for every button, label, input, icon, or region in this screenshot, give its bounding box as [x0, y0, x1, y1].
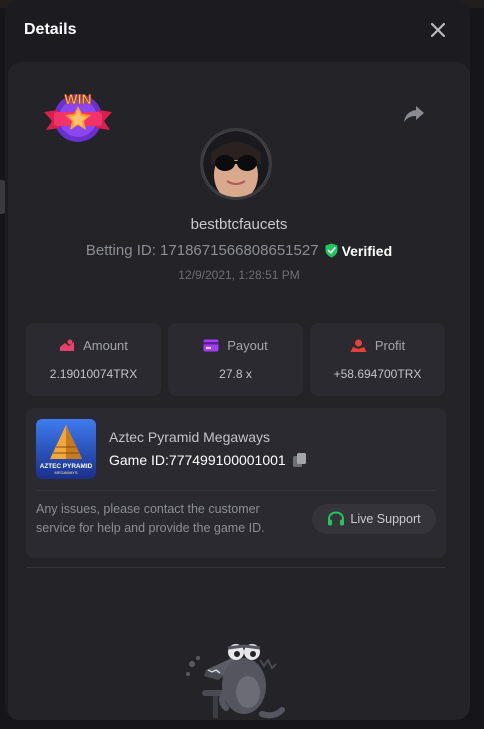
close-button[interactable] — [424, 16, 452, 44]
stat-value-profit: +58.694700TRX — [333, 367, 422, 381]
details-modal: Details WIN bestbtcfaucets Betting ID: 1… — [5, 0, 470, 720]
stat-label-profit: Profit — [374, 338, 406, 353]
payout-icon — [203, 339, 219, 352]
modal-header: Details — [5, 0, 470, 60]
game-thumbnail[interactable]: AZTEC PYRAMID MEGAWAYS — [36, 419, 96, 479]
verified-label: Verified — [341, 242, 393, 259]
stat-head-amount: Amount — [59, 338, 128, 353]
details-panel: WIN bestbtcfaucets Betting ID: 171867156… — [8, 62, 470, 720]
support-note: Any issues, please contact the customer … — [36, 502, 265, 535]
stat-head-payout: Payout — [203, 338, 268, 353]
crocodile-mascot-illustration — [178, 630, 288, 720]
amount-icon — [60, 339, 75, 351]
stat-card-payout: Payout 27.8 x — [168, 323, 303, 396]
copy-button[interactable] — [292, 452, 308, 468]
headset-icon — [328, 511, 345, 526]
section-divider — [26, 567, 446, 568]
live-support-label: Live Support — [350, 512, 421, 526]
game-card: AZTEC PYRAMID MEGAWAYS Aztec Pyramid Meg… — [26, 408, 446, 558]
stat-cards: Amount 2.19010074TRX Payout 27.8 x Profi… — [26, 323, 446, 396]
game-id: Game ID:777499100001001 — [109, 452, 286, 468]
bet-timestamp: 12/9/2021, 1:28:51 PM — [178, 268, 300, 282]
live-support-button[interactable]: Live Support — [312, 504, 436, 534]
share-button[interactable] — [403, 104, 425, 124]
game-id-row: Game ID:777499100001001 — [109, 452, 308, 468]
verified-badge: Verified — [325, 242, 393, 259]
copy-icon — [292, 453, 306, 467]
stat-head-profit: Profit — [350, 338, 405, 353]
username: bestbtcfaucets — [190, 216, 288, 233]
stat-label-amount: Amount — [83, 338, 128, 353]
stat-card-amount: Amount 2.19010074TRX — [26, 323, 161, 396]
game-card-divider — [36, 490, 436, 491]
avatar — [200, 128, 272, 200]
game-name: Aztec Pyramid Megaways — [109, 429, 271, 445]
stat-value-amount: 2.19010074TRX — [49, 367, 138, 381]
game-thumb-subtitle: MEGAWAYS — [55, 470, 78, 475]
stat-label-payout: Payout — [227, 338, 268, 353]
share-icon — [404, 106, 424, 122]
close-icon — [431, 23, 445, 37]
profit-icon — [350, 339, 367, 352]
game-thumb-title: AZTEC PYRAMID — [40, 463, 93, 470]
win-badge-icon: WIN — [42, 88, 114, 146]
modal-title: Details — [24, 21, 77, 38]
win-badge-text: WIN — [64, 91, 91, 107]
stat-card-profit: Profit +58.694700TRX — [310, 323, 445, 396]
verified-shield-icon — [325, 243, 338, 258]
betting-id: Betting ID: 1718671566808651527 — [85, 242, 319, 259]
stat-value-payout: 27.8 x — [219, 367, 252, 381]
betting-id-row: Betting ID: 1718671566808651527 Verified — [8, 242, 470, 259]
